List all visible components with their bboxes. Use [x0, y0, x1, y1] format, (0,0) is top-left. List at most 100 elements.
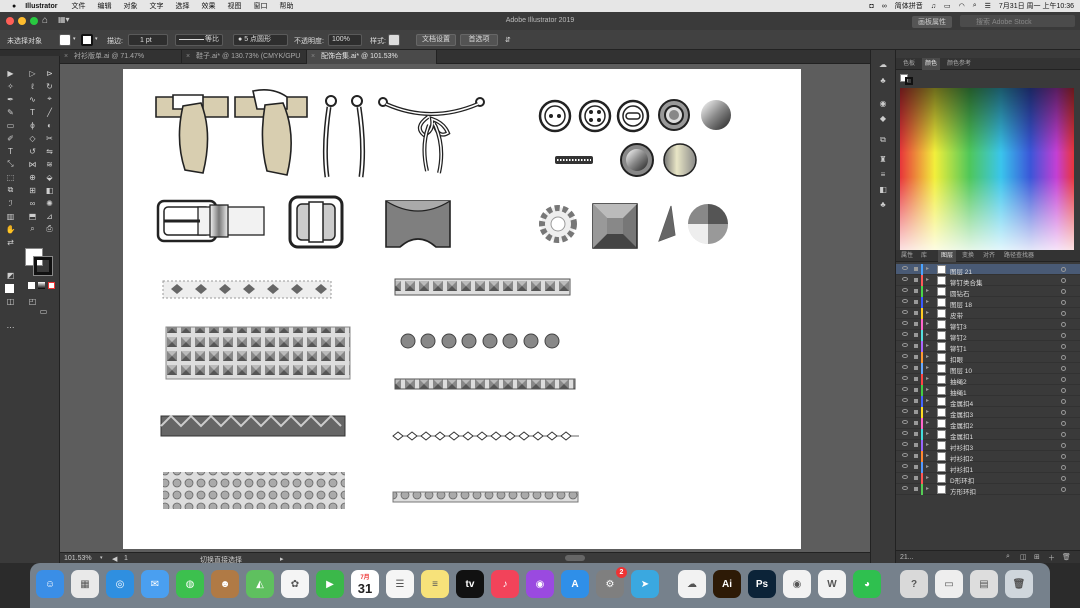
- new-sublayer-icon[interactable]: ⊞: [1034, 553, 1040, 561]
- fill-dropdown-icon[interactable]: ▾: [73, 36, 76, 42]
- apple-icon[interactable]: ●: [12, 3, 16, 10]
- trim-small-dots[interactable]: [392, 491, 579, 503]
- new-layer-icon[interactable]: ＋: [1048, 553, 1055, 563]
- libraries-icon[interactable]: ☁: [877, 60, 889, 69]
- status-menu-icon[interactable]: ▸: [280, 555, 284, 563]
- group-selection-icon[interactable]: ⊳: [44, 68, 55, 78]
- shaper-icon[interactable]: ✐: [5, 133, 16, 143]
- metal-button-1[interactable]: [658, 99, 690, 131]
- prev-artboard-icon[interactable]: ◀: [112, 555, 117, 563]
- tab-pathfinder[interactable]: 路径查找器: [1001, 250, 1037, 262]
- shirt-button-3[interactable]: [616, 99, 650, 133]
- target-circle-icon[interactable]: [1061, 278, 1066, 283]
- lock-icon[interactable]: [914, 454, 918, 458]
- tab-layers[interactable]: 图层: [938, 250, 957, 262]
- lock-icon[interactable]: [914, 443, 918, 447]
- podcasts-dock-icon[interactable]: ◉: [526, 570, 554, 598]
- line-tool-icon[interactable]: ╱: [44, 107, 55, 117]
- lock-icon[interactable]: [914, 267, 918, 271]
- draw-behind-icon[interactable]: ◰: [27, 296, 38, 306]
- none-mode-icon[interactable]: [48, 282, 55, 289]
- menu-app[interactable]: Illustrator: [25, 3, 57, 10]
- width-tool-icon[interactable]: ⋈: [27, 159, 38, 169]
- anchor-icon[interactable]: ⌖: [44, 94, 55, 104]
- visibility-eye-icon[interactable]: [902, 431, 908, 435]
- layer-row[interactable]: ▸ 衬衫扣3: [896, 440, 1080, 452]
- launchpad-dock-icon[interactable]: ▦: [71, 570, 99, 598]
- expand-arrow-icon[interactable]: ▸: [926, 342, 929, 349]
- creative-cloud-icon[interactable]: ∞: [882, 3, 887, 10]
- selection-tool-icon[interactable]: ▶: [5, 68, 16, 78]
- tab-align[interactable]: 对齐: [980, 250, 998, 262]
- music-dock-icon[interactable]: ♪: [491, 570, 519, 598]
- target-circle-icon[interactable]: [1061, 487, 1066, 492]
- expand-arrow-icon[interactable]: ▸: [926, 364, 929, 371]
- metal-snap[interactable]: [620, 143, 654, 177]
- downloads-dock-icon[interactable]: ▤: [970, 570, 998, 598]
- perspective-icon[interactable]: ⧉: [5, 185, 16, 195]
- fill-mode-color-icon[interactable]: [28, 282, 35, 289]
- visibility-eye-icon[interactable]: [902, 420, 908, 424]
- rotate-view-icon[interactable]: ↻: [44, 81, 55, 91]
- finder-dock-icon[interactable]: ☺: [36, 570, 64, 598]
- stroke-weight-field[interactable]: 1 pt: [128, 34, 168, 46]
- menu-object[interactable]: 对象: [124, 1, 138, 11]
- menu-file[interactable]: 文件: [72, 1, 86, 11]
- clock[interactable]: 7月31日 周一 上午10:36: [999, 1, 1074, 11]
- target-circle-icon[interactable]: [1061, 289, 1066, 294]
- strap-loop-2[interactable]: [234, 89, 308, 176]
- visibility-eye-icon[interactable]: [902, 354, 908, 358]
- rectangle-tool-icon[interactable]: ▭: [5, 120, 16, 130]
- visibility-eye-icon[interactable]: [902, 486, 908, 490]
- stroke-panel-icon[interactable]: ≡: [877, 170, 889, 179]
- trim-diamond-studs[interactable]: [162, 280, 332, 299]
- visibility-eye-icon[interactable]: [902, 376, 908, 380]
- preferences-button[interactable]: 首选项: [460, 34, 498, 46]
- shape-builder-icon[interactable]: ⊕: [27, 172, 38, 182]
- visibility-eye-icon[interactable]: [902, 277, 908, 281]
- expand-arrow-icon[interactable]: ▸: [926, 386, 929, 393]
- print-tiling-icon[interactable]: ⎙: [44, 224, 55, 234]
- blend-icon[interactable]: ∞: [27, 198, 38, 208]
- visibility-eye-icon[interactable]: [902, 321, 908, 325]
- lock-icon[interactable]: [914, 377, 918, 381]
- layer-row[interactable]: ▸ D形环扣: [896, 473, 1080, 485]
- expand-arrow-icon[interactable]: ▸: [926, 408, 929, 415]
- visibility-eye-icon[interactable]: [902, 288, 908, 292]
- illustrator-dock-icon[interactable]: Ai: [713, 570, 741, 598]
- visibility-eye-icon[interactable]: [902, 464, 908, 468]
- expand-arrow-icon[interactable]: ▸: [926, 298, 929, 305]
- layer-row[interactable]: ▸ 方形环扣: [896, 484, 1080, 496]
- target-circle-icon[interactable]: [1061, 476, 1066, 481]
- preview-dock-icon[interactable]: ▭: [935, 570, 963, 598]
- trim-wide-studded[interactable]: [165, 326, 351, 380]
- lock-icon[interactable]: [914, 487, 918, 491]
- scale-tool-icon[interactable]: ⤡: [5, 159, 16, 169]
- tab-libraries[interactable]: 库: [918, 250, 930, 262]
- target-circle-icon[interactable]: [1061, 366, 1066, 371]
- menu-view[interactable]: 视图: [228, 1, 242, 11]
- lock-icon[interactable]: [914, 355, 918, 359]
- menu-window[interactable]: 窗口: [254, 1, 268, 11]
- spike-stud[interactable]: [658, 205, 676, 242]
- workspace-switcher[interactable]: 画板属性: [912, 16, 952, 28]
- lock-icon[interactable]: [914, 410, 918, 414]
- pen-tool-icon[interactable]: ✒: [5, 94, 16, 104]
- magic-wand-icon[interactable]: ✧: [5, 81, 16, 91]
- expand-arrow-icon[interactable]: ▸: [926, 287, 929, 294]
- safari-dock-icon[interactable]: ◎: [106, 570, 134, 598]
- rotate-tool-icon[interactable]: ↺: [27, 146, 38, 156]
- tab-properties[interactable]: 属性: [898, 250, 916, 262]
- tab-color[interactable]: 颜色: [922, 58, 941, 70]
- wechat-dock-icon[interactable]: ◕: [853, 570, 881, 598]
- clipping-mask-icon[interactable]: ◫: [1020, 553, 1027, 561]
- gradient-mode-icon[interactable]: [38, 282, 45, 289]
- stock-search-input[interactable]: 搜索 Adobe Stock: [960, 15, 1075, 27]
- expand-arrow-icon[interactable]: ▸: [926, 485, 929, 492]
- brushes-icon[interactable]: ♜: [877, 155, 889, 164]
- toolbar-grip[interactable]: [0, 50, 60, 56]
- target-circle-icon[interactable]: [1061, 432, 1066, 437]
- close-tab-icon[interactable]: ×: [64, 50, 68, 64]
- edit-toolbar-icon[interactable]: ⋯: [5, 322, 16, 332]
- layer-row[interactable]: ▸ 衬衫扣1: [896, 462, 1080, 474]
